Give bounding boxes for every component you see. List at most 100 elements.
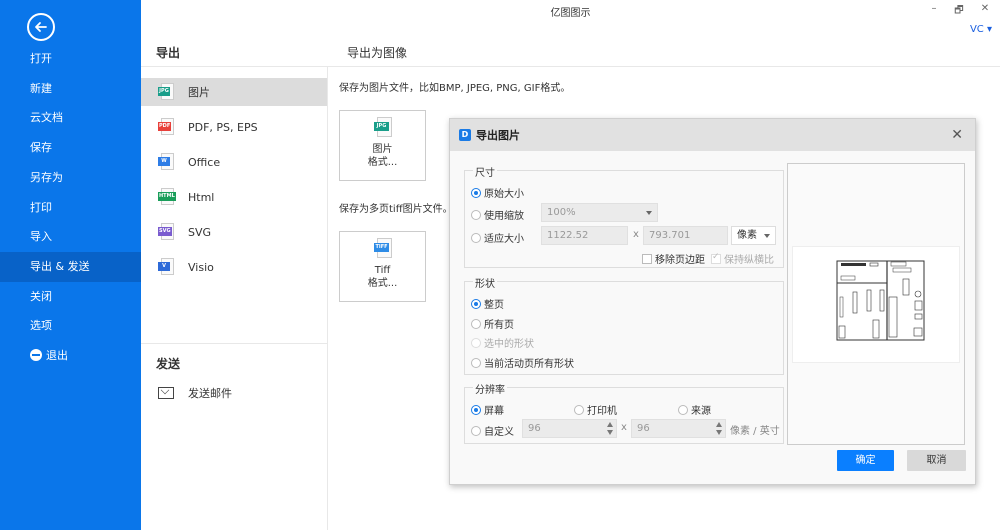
arrow-left-icon — [35, 22, 47, 32]
backstage-sidebar: 打开 新建 云文档 保存 另存为 打印 导入 导出 & 发送 关闭 选项 退出 — [0, 0, 141, 530]
height-input[interactable]: 793.701 — [643, 226, 728, 245]
button-line2: 格式... — [367, 278, 398, 289]
chevron-down-icon — [764, 234, 770, 238]
radio-indicator — [574, 404, 584, 415]
dialog-titlebar: D 导出图片 — [450, 119, 975, 151]
radio-source[interactable]: 来源 — [678, 402, 711, 417]
minimize-button[interactable]: – — [926, 3, 942, 14]
button-line1: Tiff — [374, 265, 391, 276]
export-format-list: JPG 图片 PDF PDF, PS, EPS W Office HTML Ht… — [141, 66, 328, 530]
sidebar-item-exit[interactable]: 退出 — [0, 341, 141, 371]
minus-circle-icon — [30, 349, 42, 361]
cancel-button[interactable]: 取消 — [907, 450, 966, 471]
radio-indicator — [471, 404, 481, 415]
format-label: Html — [188, 190, 215, 204]
svg-file-icon: SVG — [158, 223, 174, 241]
times-label: x — [633, 229, 639, 240]
format-label: Visio — [188, 260, 214, 274]
keep-ratio-checkbox[interactable]: 保持纵横比 — [711, 251, 774, 266]
radio-label: 打印机 — [587, 406, 617, 417]
format-item-visio[interactable]: V Visio — [141, 253, 327, 281]
image-description: 保存为图片文件，比如BMP, JPEG, PNG, GIF格式。 — [339, 83, 571, 94]
radio-use-zoom[interactable]: 使用缩放 — [471, 207, 524, 222]
dialog-close-button[interactable]: ✕ — [951, 127, 963, 143]
format-item-image[interactable]: JPG 图片 — [141, 78, 327, 106]
radio-label: 所有页 — [484, 320, 514, 331]
image-format-button[interactable]: JPG 图片 格式... — [339, 110, 426, 181]
format-item-svg[interactable]: SVG SVG — [141, 218, 327, 246]
dpi-x-spinbox[interactable]: 96 — [522, 419, 617, 438]
close-window-button[interactable]: ✕ — [977, 3, 993, 14]
resolution-group: 分辨率 屏幕 打印机 来源 自定义 96 x 96 像素 / 英寸 — [464, 381, 784, 444]
radio-label: 原始大小 — [484, 189, 524, 200]
visio-file-icon: V — [158, 258, 174, 276]
radio-printer[interactable]: 打印机 — [574, 402, 617, 417]
preview-pane — [787, 163, 965, 445]
sidebar-item-options[interactable]: 选项 — [0, 311, 141, 341]
radio-indicator — [471, 318, 481, 329]
radio-label: 选中的形状 — [484, 339, 534, 350]
titlebar: 亿图图示 – 🗗 ✕ — [141, 0, 1000, 22]
radio-indicator — [471, 187, 481, 198]
sidebar-item-save[interactable]: 保存 — [0, 133, 141, 163]
radio-custom[interactable]: 自定义 — [471, 423, 514, 438]
format-item-office[interactable]: W Office — [141, 148, 327, 176]
radio-current-page-shapes[interactable]: 当前活动页所有形状 — [471, 355, 574, 370]
radio-label: 屏幕 — [484, 406, 504, 417]
mail-send-icon — [158, 387, 174, 399]
format-label: SVG — [188, 225, 212, 239]
divider — [141, 343, 327, 344]
radio-whole-page[interactable]: 整页 — [471, 296, 504, 311]
radio-indicator — [471, 425, 481, 436]
format-label: PDF, PS, EPS — [188, 120, 258, 134]
app-title: 亿图图示 — [550, 8, 591, 19]
sidebar-item-close[interactable]: 关闭 — [0, 282, 141, 312]
unit-select[interactable]: 像素 — [731, 226, 776, 245]
user-menu[interactable]: VC ▾ — [970, 24, 992, 35]
format-label: 图片 — [188, 86, 210, 99]
sidebar-item-save-as[interactable]: 另存为 — [0, 163, 141, 193]
radio-indicator — [471, 298, 481, 309]
sidebar-item-export-send[interactable]: 导出 & 发送 — [0, 252, 141, 282]
radio-indicator — [471, 337, 481, 348]
size-group: 尺寸 原始大小 使用缩放 100% 适应大小 1122.52 x 793.701… — [464, 164, 784, 268]
export-image-dialog: D 导出图片 ✕ 尺寸 原始大小 使用缩放 100% 适应大小 1122.52 … — [449, 118, 976, 485]
back-button[interactable] — [27, 13, 55, 41]
send-heading: 发送 — [156, 357, 181, 371]
radio-screen[interactable]: 屏幕 — [471, 402, 504, 417]
tiff-format-button[interactable]: TIFF Tiff 格式... — [339, 231, 426, 302]
tiff-file-icon: TIFF — [374, 238, 392, 259]
radio-all-pages[interactable]: 所有页 — [471, 316, 514, 331]
format-item-html[interactable]: HTML Html — [141, 183, 327, 211]
radio-label: 来源 — [691, 406, 711, 417]
sidebar-item-new[interactable]: 新建 — [0, 74, 141, 104]
ok-button[interactable]: 确定 — [837, 450, 894, 471]
radio-selected-shapes[interactable]: 选中的形状 — [471, 335, 534, 350]
chevron-down-icon — [646, 211, 652, 215]
spin-arrows-icon[interactable] — [607, 422, 613, 435]
dpi-y-spinbox[interactable]: 96 — [631, 419, 726, 438]
export-heading: 导出 — [156, 46, 181, 60]
radio-label: 适应大小 — [484, 234, 524, 245]
zoom-select[interactable]: 100% — [541, 203, 658, 222]
sidebar-item-print[interactable]: 打印 — [0, 193, 141, 223]
radio-original-size[interactable]: 原始大小 — [471, 185, 524, 200]
restore-button[interactable]: 🗗 — [951, 3, 967, 20]
format-item-pdf[interactable]: PDF PDF, PS, EPS — [141, 113, 327, 141]
radio-label: 使用缩放 — [484, 211, 524, 222]
send-email-item[interactable]: 发送邮件 — [158, 385, 232, 401]
spin-arrows-icon[interactable] — [716, 422, 722, 435]
remove-margin-checkbox[interactable]: 移除页边距 — [642, 251, 705, 266]
export-as-image-heading: 导出为图像 — [347, 46, 408, 60]
format-label: Office — [188, 155, 221, 169]
shape-group: 形状 整页 所有页 选中的形状 当前活动页所有形状 — [464, 275, 784, 375]
pdf-file-icon: PDF — [158, 118, 174, 136]
sidebar-item-cloud-docs[interactable]: 云文档 — [0, 103, 141, 133]
send-email-label: 发送邮件 — [188, 387, 232, 400]
radio-fit-size[interactable]: 适应大小 — [471, 230, 524, 245]
width-input[interactable]: 1122.52 — [541, 226, 628, 245]
sidebar-item-import[interactable]: 导入 — [0, 222, 141, 252]
button-line1: 图片 — [372, 144, 393, 155]
checkbox-indicator — [642, 254, 652, 264]
sidebar-item-open[interactable]: 打开 — [0, 44, 141, 74]
